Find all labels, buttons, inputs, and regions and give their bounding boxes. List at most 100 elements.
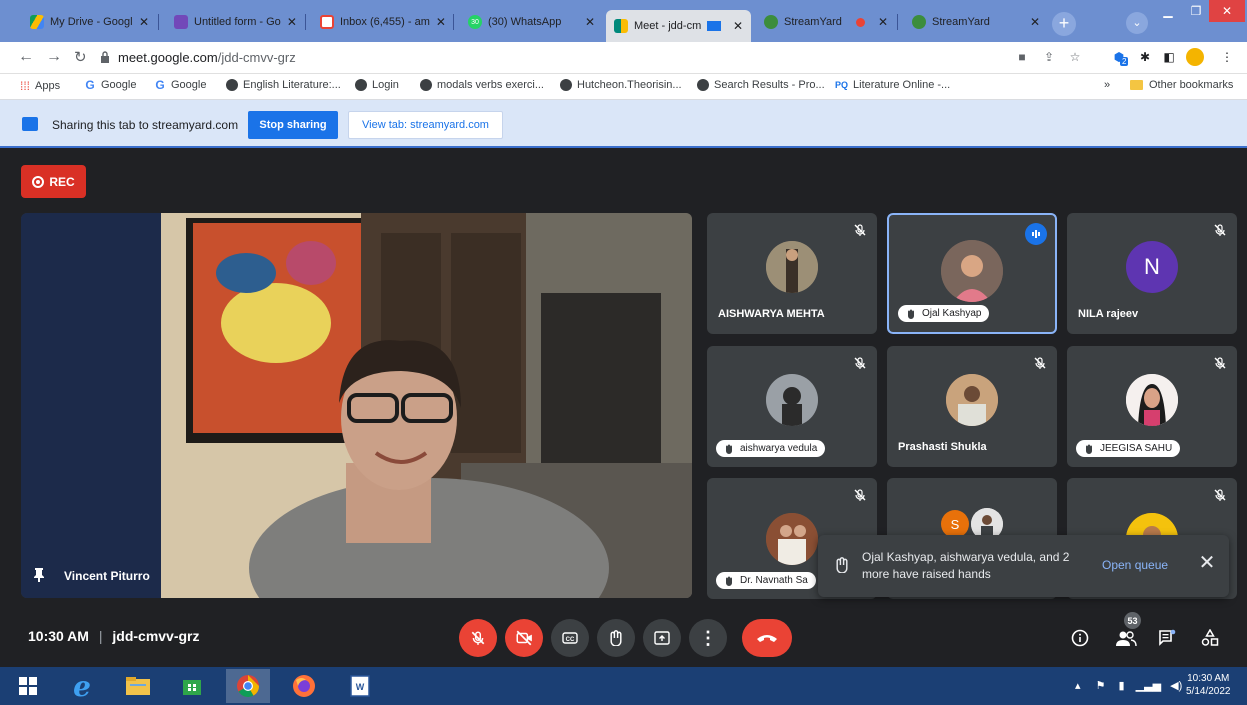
volume-icon[interactable]: ◀) (1170, 680, 1182, 692)
participant-tile[interactable]: JEEGISA SAHU (1067, 346, 1237, 467)
bookmark-google-1[interactable]: G Google (84, 78, 136, 92)
hang-up-icon (757, 635, 777, 642)
other-bookmarks[interactable]: Other bookmarks (1130, 79, 1233, 91)
bookmarks-overflow[interactable]: » (1104, 79, 1110, 91)
participants-button[interactable] (1115, 627, 1137, 649)
battery-icon[interactable]: ▮ (1119, 680, 1125, 692)
speaker-video-frame (21, 213, 692, 598)
tab-label: Inbox (6,455) - am (340, 16, 430, 28)
close-tab-icon[interactable]: ✕ (133, 15, 149, 29)
more-options-button[interactable]: ⋮ (689, 619, 727, 657)
mic-off-icon (1214, 357, 1226, 369)
signal-bars-icon[interactable]: ▁▃▅ (1136, 680, 1161, 692)
participant-name: Dr. Navnath Sa (740, 575, 808, 586)
taskbar-store[interactable] (170, 669, 214, 703)
raised-hand-icon (1086, 444, 1092, 454)
close-tab-icon[interactable]: ✕ (579, 15, 595, 29)
restore-icon[interactable]: ❐ (1181, 0, 1211, 22)
close-tab-icon[interactable]: ✕ (430, 15, 446, 29)
chrome-icon (237, 675, 259, 697)
puzzle-extensions-icon[interactable]: ✱ (1136, 48, 1154, 66)
windows-start-button[interactable] (6, 669, 50, 703)
toggle-mic-button[interactable] (459, 619, 497, 657)
participant-tile[interactable]: AISHWARYA MEHTA (707, 213, 877, 334)
profile-avatar[interactable] (1186, 48, 1204, 66)
chat-icon (1159, 629, 1176, 646)
close-tab-icon[interactable]: ✕ (281, 15, 297, 29)
tab-label: StreamYard (784, 16, 842, 28)
taskbar-internet-explorer[interactable]: e (60, 669, 104, 703)
store-bag-icon (183, 680, 201, 695)
meeting-details-button[interactable] (1069, 627, 1091, 649)
bookmark-literature-online[interactable]: PQ Literature Online -... (835, 79, 950, 91)
taskbar-word[interactable]: W (338, 669, 382, 703)
tab-inbox[interactable]: Inbox (6,455) - am ✕ (312, 8, 452, 36)
leave-call-button[interactable] (742, 619, 792, 657)
bookmark-star-icon[interactable]: ☆ (1066, 48, 1084, 66)
main-speaker-video[interactable] (21, 213, 692, 598)
chat-button[interactable] (1156, 627, 1178, 649)
participant-tile[interactable]: Prashasti Shukla (887, 346, 1057, 467)
camera-indicator-icon[interactable]: ■ (1013, 48, 1031, 66)
bookmark-modals-verbs[interactable]: modals verbs exerci... (420, 79, 544, 91)
captions-button[interactable]: CC (551, 619, 589, 657)
network-flag-icon[interactable]: ⚑ (1096, 680, 1106, 692)
recording-indicator[interactable]: REC (21, 165, 86, 198)
tray-overflow-icon[interactable]: ▴ (1075, 680, 1081, 692)
view-tab-button[interactable]: View tab: streamyard.com (348, 111, 503, 139)
participant-tile[interactable]: N NILA rajeev (1067, 213, 1237, 334)
taskbar-chrome[interactable] (226, 669, 270, 703)
forward-arrow-icon[interactable]: → (46, 48, 62, 66)
menu-kebab-icon[interactable]: ⋮ (1218, 48, 1236, 66)
lock-icon[interactable] (100, 51, 110, 63)
taskbar-clock[interactable]: 10:30 AM 5/14/2022 (1186, 672, 1231, 698)
taskbar-firefox[interactable] (282, 669, 326, 703)
bookmark-apps[interactable]: ⁞⁞⁞ Apps (20, 79, 60, 93)
participant-tile-speaking[interactable]: Ojal Kashyap (887, 213, 1057, 334)
tab-whatsapp[interactable]: 30 (30) WhatsApp ✕ (460, 8, 603, 36)
present-screen-icon (654, 631, 670, 645)
tab-separator (158, 14, 159, 30)
meeting-code: jdd-cmvv-grz (112, 628, 200, 644)
close-window-icon[interactable]: ✕ (1209, 0, 1245, 22)
avatar (766, 374, 818, 426)
tab-meet[interactable]: Meet - jdd-cm ✕ (606, 10, 751, 42)
mic-off-icon (471, 631, 485, 645)
bookmark-hutcheon[interactable]: Hutcheon.Theorisin... (560, 79, 682, 91)
new-tab-button[interactable]: + (1052, 12, 1076, 36)
tab-my-drive[interactable]: My Drive - Googl ✕ (22, 8, 157, 36)
bookmark-login[interactable]: Login (355, 79, 399, 91)
tab-streamyard-2[interactable]: StreamYard ✕ (904, 8, 1048, 36)
open-queue-link[interactable]: Open queue (1102, 558, 1168, 572)
bookmark-label: English Literature:... (243, 79, 341, 91)
close-tab-icon[interactable]: ✕ (727, 19, 743, 33)
url-field[interactable]: meet.google.com/jdd-cmvv-grz (118, 50, 296, 65)
present-now-button[interactable] (643, 619, 681, 657)
share-icon[interactable]: ⇪ (1040, 48, 1058, 66)
activities-shapes-icon (1201, 629, 1219, 646)
tab-untitled-form[interactable]: Untitled form - Go ✕ (166, 8, 304, 36)
tab-separator (453, 14, 454, 30)
bookmark-search-results[interactable]: Search Results - Pro... (697, 79, 825, 91)
bookmark-label: Other bookmarks (1149, 79, 1234, 91)
close-icon[interactable]: ✕ (1196, 552, 1218, 574)
tab-streamyard-1[interactable]: StreamYard ✕ (756, 8, 896, 36)
activities-button[interactable] (1199, 627, 1221, 649)
taskbar-file-explorer[interactable] (116, 669, 160, 703)
bookmark-english-literature[interactable]: English Literature:... (226, 79, 341, 91)
toggle-camera-button[interactable] (505, 619, 543, 657)
tab-search-button[interactable]: ⌄ (1126, 12, 1148, 34)
pin-icon[interactable] (34, 568, 44, 582)
stop-sharing-button[interactable]: Stop sharing (248, 111, 338, 139)
back-arrow-icon[interactable]: ← (18, 48, 34, 66)
tab-separator (897, 14, 898, 30)
raise-hand-button[interactable] (597, 619, 635, 657)
minimize-icon[interactable]: ▁ (1153, 0, 1183, 22)
participant-tile[interactable]: aishwarya vedula (707, 346, 877, 467)
close-tab-icon[interactable]: ✕ (872, 15, 888, 29)
participant-name: aishwarya vedula (740, 443, 818, 454)
reload-icon[interactable]: ↻ (74, 48, 87, 66)
bookmark-google-2[interactable]: G Google (154, 78, 206, 92)
side-panel-icon[interactable]: ◧ (1160, 48, 1178, 66)
close-tab-icon[interactable]: ✕ (1024, 15, 1040, 29)
